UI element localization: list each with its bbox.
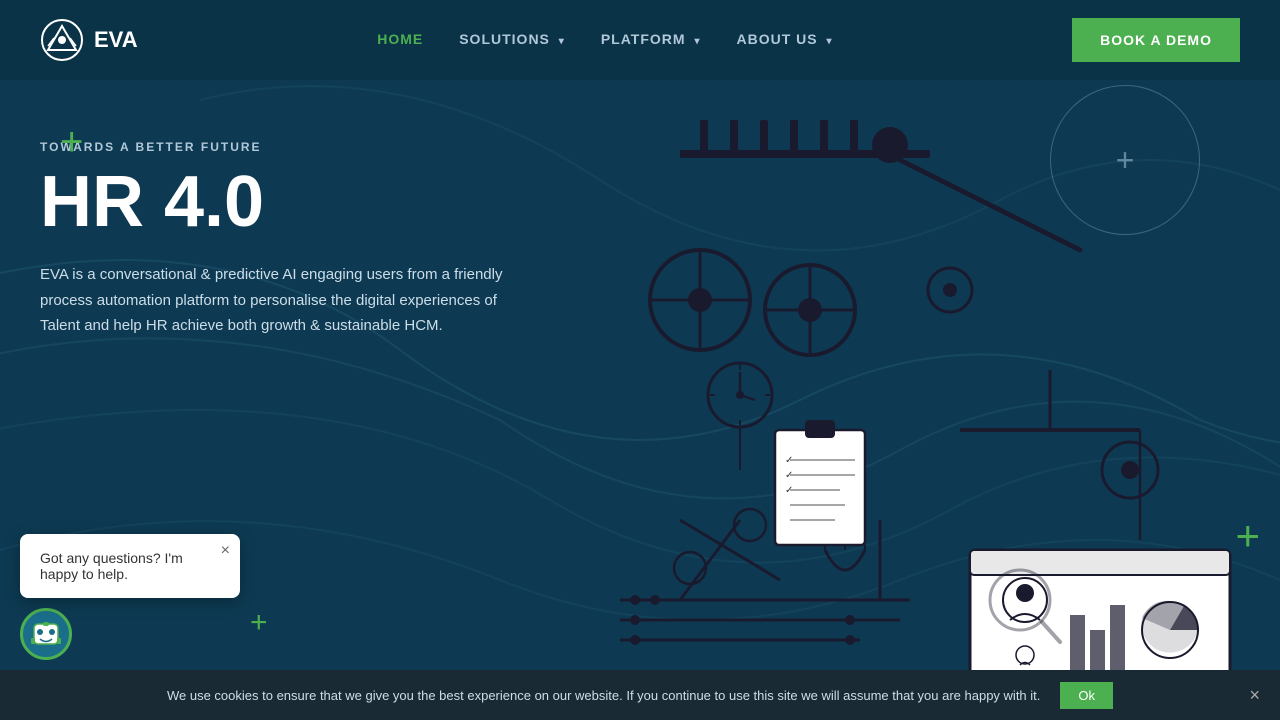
plus-decorator-right: + xyxy=(1235,512,1260,560)
cookie-ok-button[interactable]: Ok xyxy=(1060,682,1113,709)
book-demo-button[interactable]: BOOK A DEMO xyxy=(1072,18,1240,62)
svg-text:✓: ✓ xyxy=(785,455,793,466)
chevron-down-icon: ▾ xyxy=(559,36,565,47)
nav-item-home[interactable]: HOME xyxy=(377,31,423,49)
nav-links: HOME SOLUTIONS ▾ PLATFORM ▾ ABOUT US ▾ xyxy=(377,31,832,49)
hero-title: HR 4.0 xyxy=(40,166,580,238)
navbar: EVA HOME SOLUTIONS ▾ PLATFORM ▾ ABOUT US… xyxy=(0,0,1280,80)
circle-plus-icon: + xyxy=(1116,142,1135,179)
chevron-down-icon: ▾ xyxy=(826,36,832,47)
cookie-message: We use cookies to ensure that we give yo… xyxy=(167,688,1040,703)
nav-item-platform[interactable]: PLATFORM ▾ xyxy=(601,31,701,49)
hero-tagline: TOWARDS A BETTER FUTURE xyxy=(40,140,580,154)
nav-link-about[interactable]: ABOUT US ▾ xyxy=(736,31,832,47)
chevron-down-icon: ▾ xyxy=(694,36,700,47)
chat-close-button[interactable]: × xyxy=(221,542,230,560)
logo-icon xyxy=(40,18,84,62)
cookie-banner: We use cookies to ensure that we give yo… xyxy=(0,670,1280,720)
nav-item-solutions[interactable]: SOLUTIONS ▾ xyxy=(459,31,565,49)
nav-link-solutions[interactable]: SOLUTIONS ▾ xyxy=(459,31,565,47)
cookie-close-button[interactable]: × xyxy=(1249,685,1260,706)
plus-decorator-bottom-center: + xyxy=(250,606,268,640)
hero-description: EVA is a conversational & predictive AI … xyxy=(40,262,540,339)
nav-link-platform[interactable]: PLATFORM ▾ xyxy=(601,31,701,47)
chat-avatar[interactable] xyxy=(20,608,72,660)
svg-text:✓: ✓ xyxy=(785,485,793,496)
chat-widget: × Got any questions? I'm happy to help. xyxy=(20,534,240,660)
circle-decorator: + xyxy=(1050,85,1200,235)
svg-text:✓: ✓ xyxy=(785,470,793,481)
plus-decorator-top-left: + xyxy=(60,120,83,165)
hero-content: TOWARDS A BETTER FUTURE HR 4.0 EVA is a … xyxy=(40,140,580,339)
nav-link-home[interactable]: HOME xyxy=(377,31,423,47)
chat-button-row xyxy=(20,608,240,660)
chat-bubble: × Got any questions? I'm happy to help. xyxy=(20,534,240,598)
nav-item-about[interactable]: ABOUT US ▾ xyxy=(736,31,832,49)
logo[interactable]: EVA xyxy=(40,18,138,62)
chat-message: Got any questions? I'm happy to help. xyxy=(40,550,220,582)
logo-text: EVA xyxy=(94,27,138,53)
